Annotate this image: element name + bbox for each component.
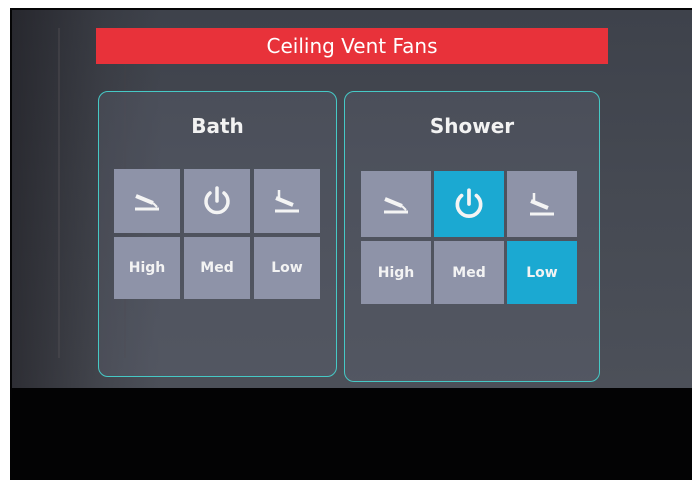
shower-fan-panel: Shower High Med Low (344, 91, 600, 382)
shower-vent-closed-button[interactable] (507, 171, 577, 237)
bath-vent-open-button[interactable] (114, 169, 180, 233)
power-icon (204, 186, 230, 215)
bath-speed-high-button[interactable]: High (114, 237, 180, 299)
vent-open-icon (135, 194, 159, 211)
shower-panel-title: Shower (429, 114, 515, 138)
bath-power-button[interactable] (184, 169, 250, 233)
vent-closed-icon (275, 190, 299, 213)
bath-speed-med-button[interactable]: Med (184, 237, 250, 299)
vent-open-icon (384, 197, 408, 214)
power-icon (455, 188, 483, 218)
shower-speed-med-button[interactable]: Med (434, 241, 504, 304)
bath-vent-closed-button[interactable] (254, 169, 320, 233)
touch-screen: Ceiling Vent Fans Bath High Med Low Show… (12, 10, 692, 388)
shower-vent-open-button[interactable] (361, 171, 431, 237)
vent-closed-icon (530, 193, 554, 216)
bath-fan-panel: Bath High Med Low (98, 91, 337, 377)
device-bezel-lower (10, 388, 692, 480)
bath-speed-low-button[interactable]: Low (254, 237, 320, 299)
shower-speed-low-button[interactable]: Low (507, 241, 577, 304)
shower-speed-high-button[interactable]: High (361, 241, 431, 304)
page-title: Ceiling Vent Fans (96, 28, 608, 64)
photo-frame: Ceiling Vent Fans Bath High Med Low Show… (0, 0, 699, 483)
shower-power-button[interactable] (434, 171, 504, 237)
bath-panel-title: Bath (191, 114, 244, 138)
